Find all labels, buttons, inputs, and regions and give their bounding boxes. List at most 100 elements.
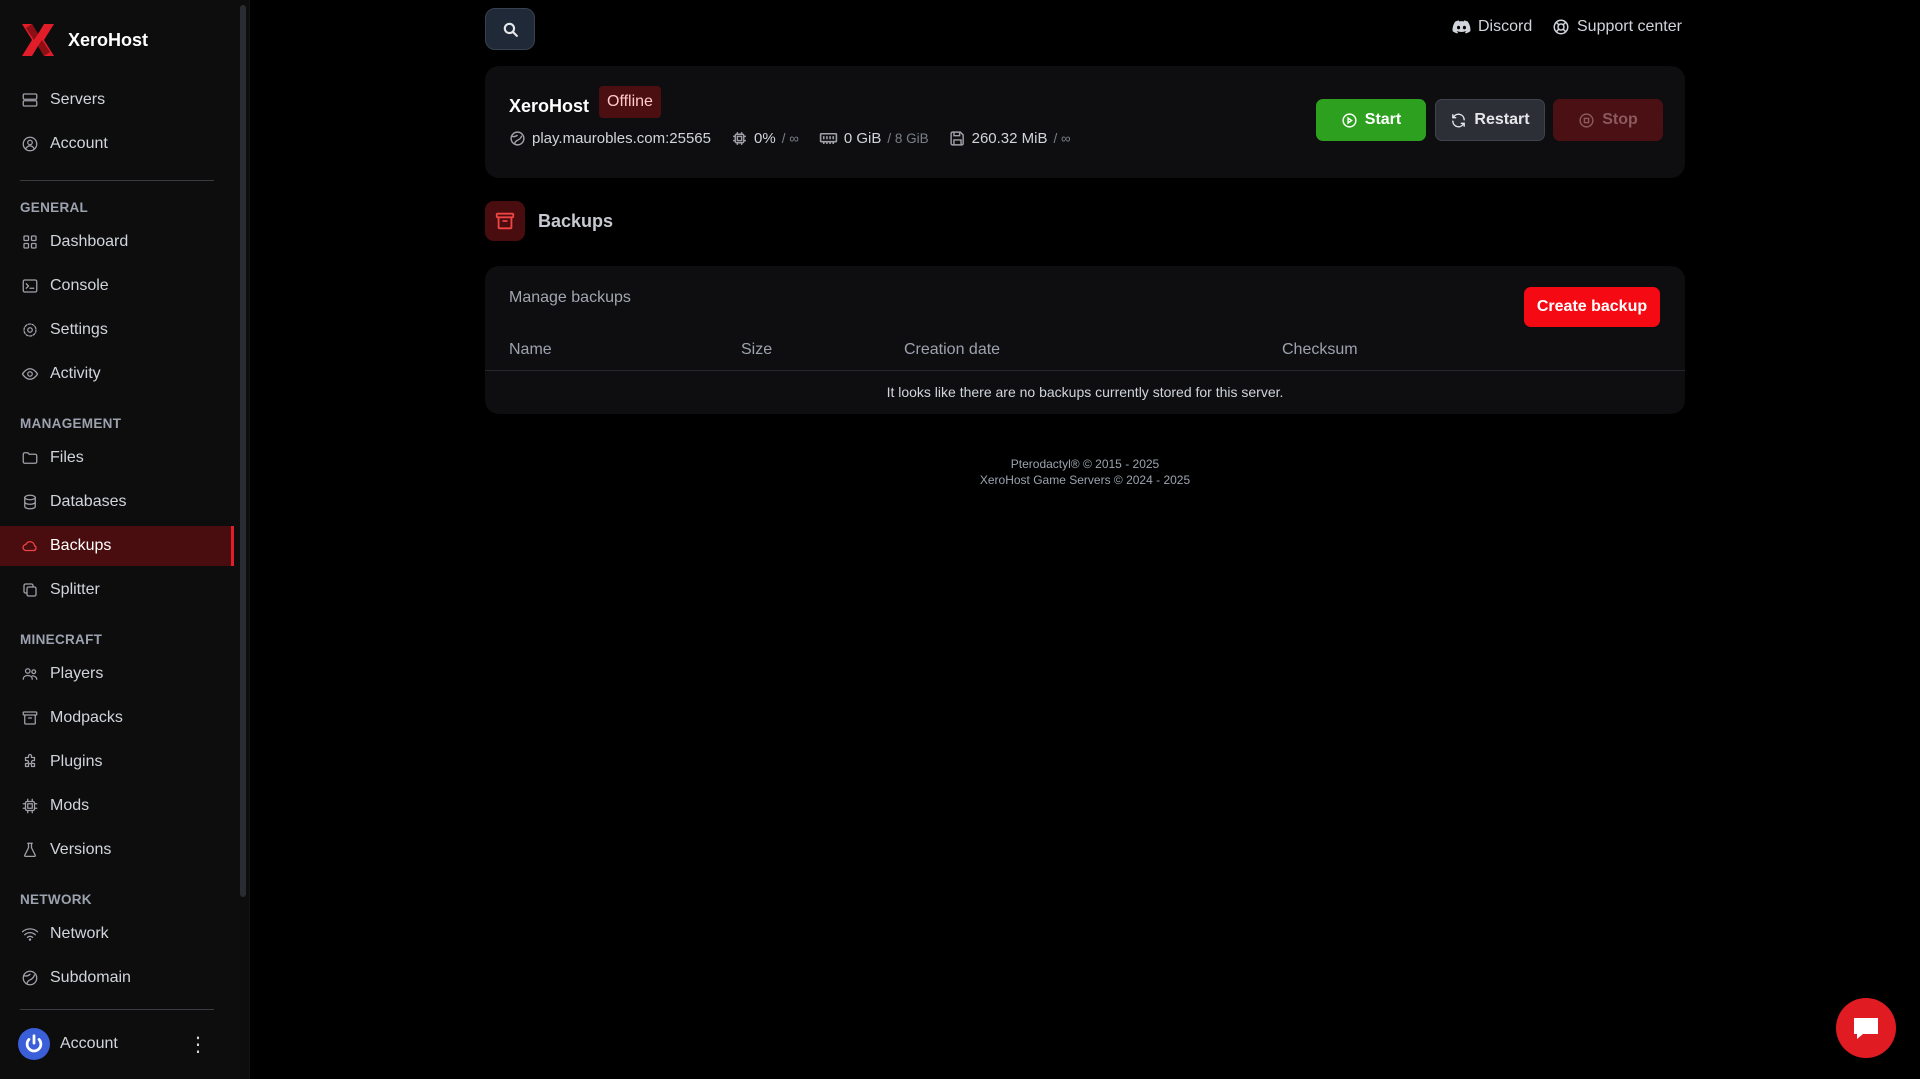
sidebar-scrollbar[interactable] <box>240 5 246 897</box>
sidebar-item-label: Versions <box>50 841 112 858</box>
sidebar-item-label: Dashboard <box>50 233 129 250</box>
discord-link[interactable]: Discord <box>1452 18 1532 36</box>
users-icon <box>20 664 40 684</box>
avatar <box>18 1028 50 1060</box>
server-stats: play.maurobles.com:25565 0% / ∞ 0 GiB / … <box>509 130 1071 147</box>
address-stat[interactable]: play.maurobles.com:25565 <box>509 130 711 147</box>
chat-icon <box>1854 1018 1878 1039</box>
sidebar-item-label: Servers <box>50 91 106 108</box>
account-menu[interactable]: Account ⋮ <box>18 1026 208 1062</box>
cpu-icon <box>20 796 40 816</box>
server-icon <box>20 90 40 110</box>
cpu-icon <box>733 132 746 145</box>
account-label: Account <box>60 1035 118 1052</box>
sidebar-item-databases[interactable]: Databases <box>0 482 234 522</box>
sidebar-item-label: Mods <box>50 797 90 814</box>
search-button[interactable] <box>485 8 535 50</box>
support-center-link[interactable]: Support center <box>1552 18 1682 36</box>
column-header-name: Name <box>509 341 552 358</box>
start-label: Start <box>1364 111 1402 128</box>
play-circle-icon <box>1342 112 1357 128</box>
footer-line-pterodactyl: Pterodactyl® © 2015 - 2025 <box>1010 457 1160 471</box>
stop-circle-icon <box>1579 112 1594 128</box>
create-backup-button[interactable]: Create backup <box>1524 287 1660 327</box>
save-icon <box>950 131 964 146</box>
sidebar-item-console[interactable]: Console <box>0 266 234 306</box>
puzzle-icon <box>20 752 40 772</box>
sidebar-item-files[interactable]: Files <box>0 438 234 478</box>
sidebar-item-players[interactable]: Players <box>0 654 234 694</box>
discord-label: Discord <box>1478 18 1533 35</box>
cpu-limit: / ∞ <box>781 131 799 146</box>
sidebar-item-plugins[interactable]: Plugins <box>0 742 234 782</box>
cpu-value: 0% <box>754 130 776 147</box>
folder-icon <box>20 448 40 468</box>
sidebar-item-label: Plugins <box>50 753 103 770</box>
memory-value: 0 GiB <box>843 130 882 147</box>
gear-icon <box>20 320 40 340</box>
sidebar-item-label: Subdomain <box>50 969 131 986</box>
sidebar-item-label: Modpacks <box>50 709 123 726</box>
cloud-icon <box>20 536 40 556</box>
sidebar: XeroHost Servers Account GENERAL Dashboa… <box>0 0 250 1079</box>
section-minecraft: MINECRAFT <box>20 632 103 647</box>
server-info-card: XeroHost Offline play.maurobles.com:2556… <box>485 66 1685 178</box>
section-network: NETWORK <box>20 892 92 907</box>
globe-icon <box>510 131 525 146</box>
sidebar-item-subdomain[interactable]: Subdomain <box>0 958 234 998</box>
page-title: Backups <box>538 210 614 231</box>
sidebar-item-servers[interactable]: Servers <box>0 80 234 120</box>
footer-line-xerohost: XeroHost Game Servers © 2024 - 2025 <box>979 473 1191 487</box>
sidebar-item-label: Settings <box>50 321 108 338</box>
memory-limit: / 8 GiB <box>887 131 929 146</box>
grid-icon <box>20 232 40 252</box>
kebab-menu-icon[interactable]: ⋮ <box>188 1032 208 1057</box>
empty-state-message: It looks like there are no backups curre… <box>886 384 1284 400</box>
disk-stat: 260.32 MiB / ∞ <box>949 130 1071 147</box>
discord-icon <box>1452 19 1471 34</box>
footer: Pterodactyl® © 2015 - 2025 XeroHost Game… <box>485 456 1685 488</box>
sidebar-item-label: Network <box>50 925 109 942</box>
sidebar-item-dashboard[interactable]: Dashboard <box>0 222 234 262</box>
column-header-creation-date: Creation date <box>904 341 1001 358</box>
disk-limit: / ∞ <box>1053 131 1071 146</box>
column-header-checksum: Checksum <box>1282 341 1358 358</box>
chat-widget-button[interactable] <box>1836 998 1896 1058</box>
restart-label: Restart <box>1474 111 1530 128</box>
stop-label: Stop <box>1602 111 1638 128</box>
sidebar-item-network[interactable]: Network <box>0 914 234 954</box>
stop-button[interactable]: Stop <box>1553 99 1663 141</box>
support-label: Support center <box>1577 18 1682 35</box>
archive-icon <box>485 201 525 241</box>
sidebar-item-label: Account <box>50 135 108 152</box>
brand-logo[interactable]: XeroHost <box>20 20 148 60</box>
sidebar-item-settings[interactable]: Settings <box>0 310 234 350</box>
sidebar-item-label: Backups <box>50 537 112 554</box>
sidebar-item-label: Console <box>50 277 109 294</box>
memory-stat: 0 GiB / 8 GiB <box>819 130 929 147</box>
sidebar-item-backups[interactable]: Backups <box>0 526 234 566</box>
start-button[interactable]: Start <box>1316 99 1426 141</box>
sidebar-item-mods[interactable]: Mods <box>0 786 234 826</box>
status-badge: Offline <box>599 86 661 118</box>
section-management: MANAGEMENT <box>20 416 122 431</box>
eye-icon <box>20 364 40 384</box>
sidebar-item-modpacks[interactable]: Modpacks <box>0 698 234 738</box>
sidebar-item-account[interactable]: Account <box>0 124 234 164</box>
cpu-stat: 0% / ∞ <box>731 130 799 147</box>
server-name: XeroHost <box>509 96 590 116</box>
sidebar-item-activity[interactable]: Activity <box>0 354 234 394</box>
user-circle-icon <box>20 134 40 154</box>
section-general: GENERAL <box>20 200 89 215</box>
sidebar-item-splitter[interactable]: Splitter <box>0 570 234 610</box>
flask-icon <box>20 840 40 860</box>
lifebuoy-icon <box>1553 19 1569 35</box>
search-icon <box>503 22 518 37</box>
restart-button[interactable]: Restart <box>1435 99 1545 141</box>
sidebar-item-versions[interactable]: Versions <box>0 830 234 870</box>
brand-name: XeroHost <box>68 29 149 50</box>
xerohost-logo-icon <box>22 24 54 56</box>
backups-header: Backups <box>485 201 613 241</box>
wifi-icon <box>20 924 40 944</box>
memory-icon <box>819 132 838 145</box>
